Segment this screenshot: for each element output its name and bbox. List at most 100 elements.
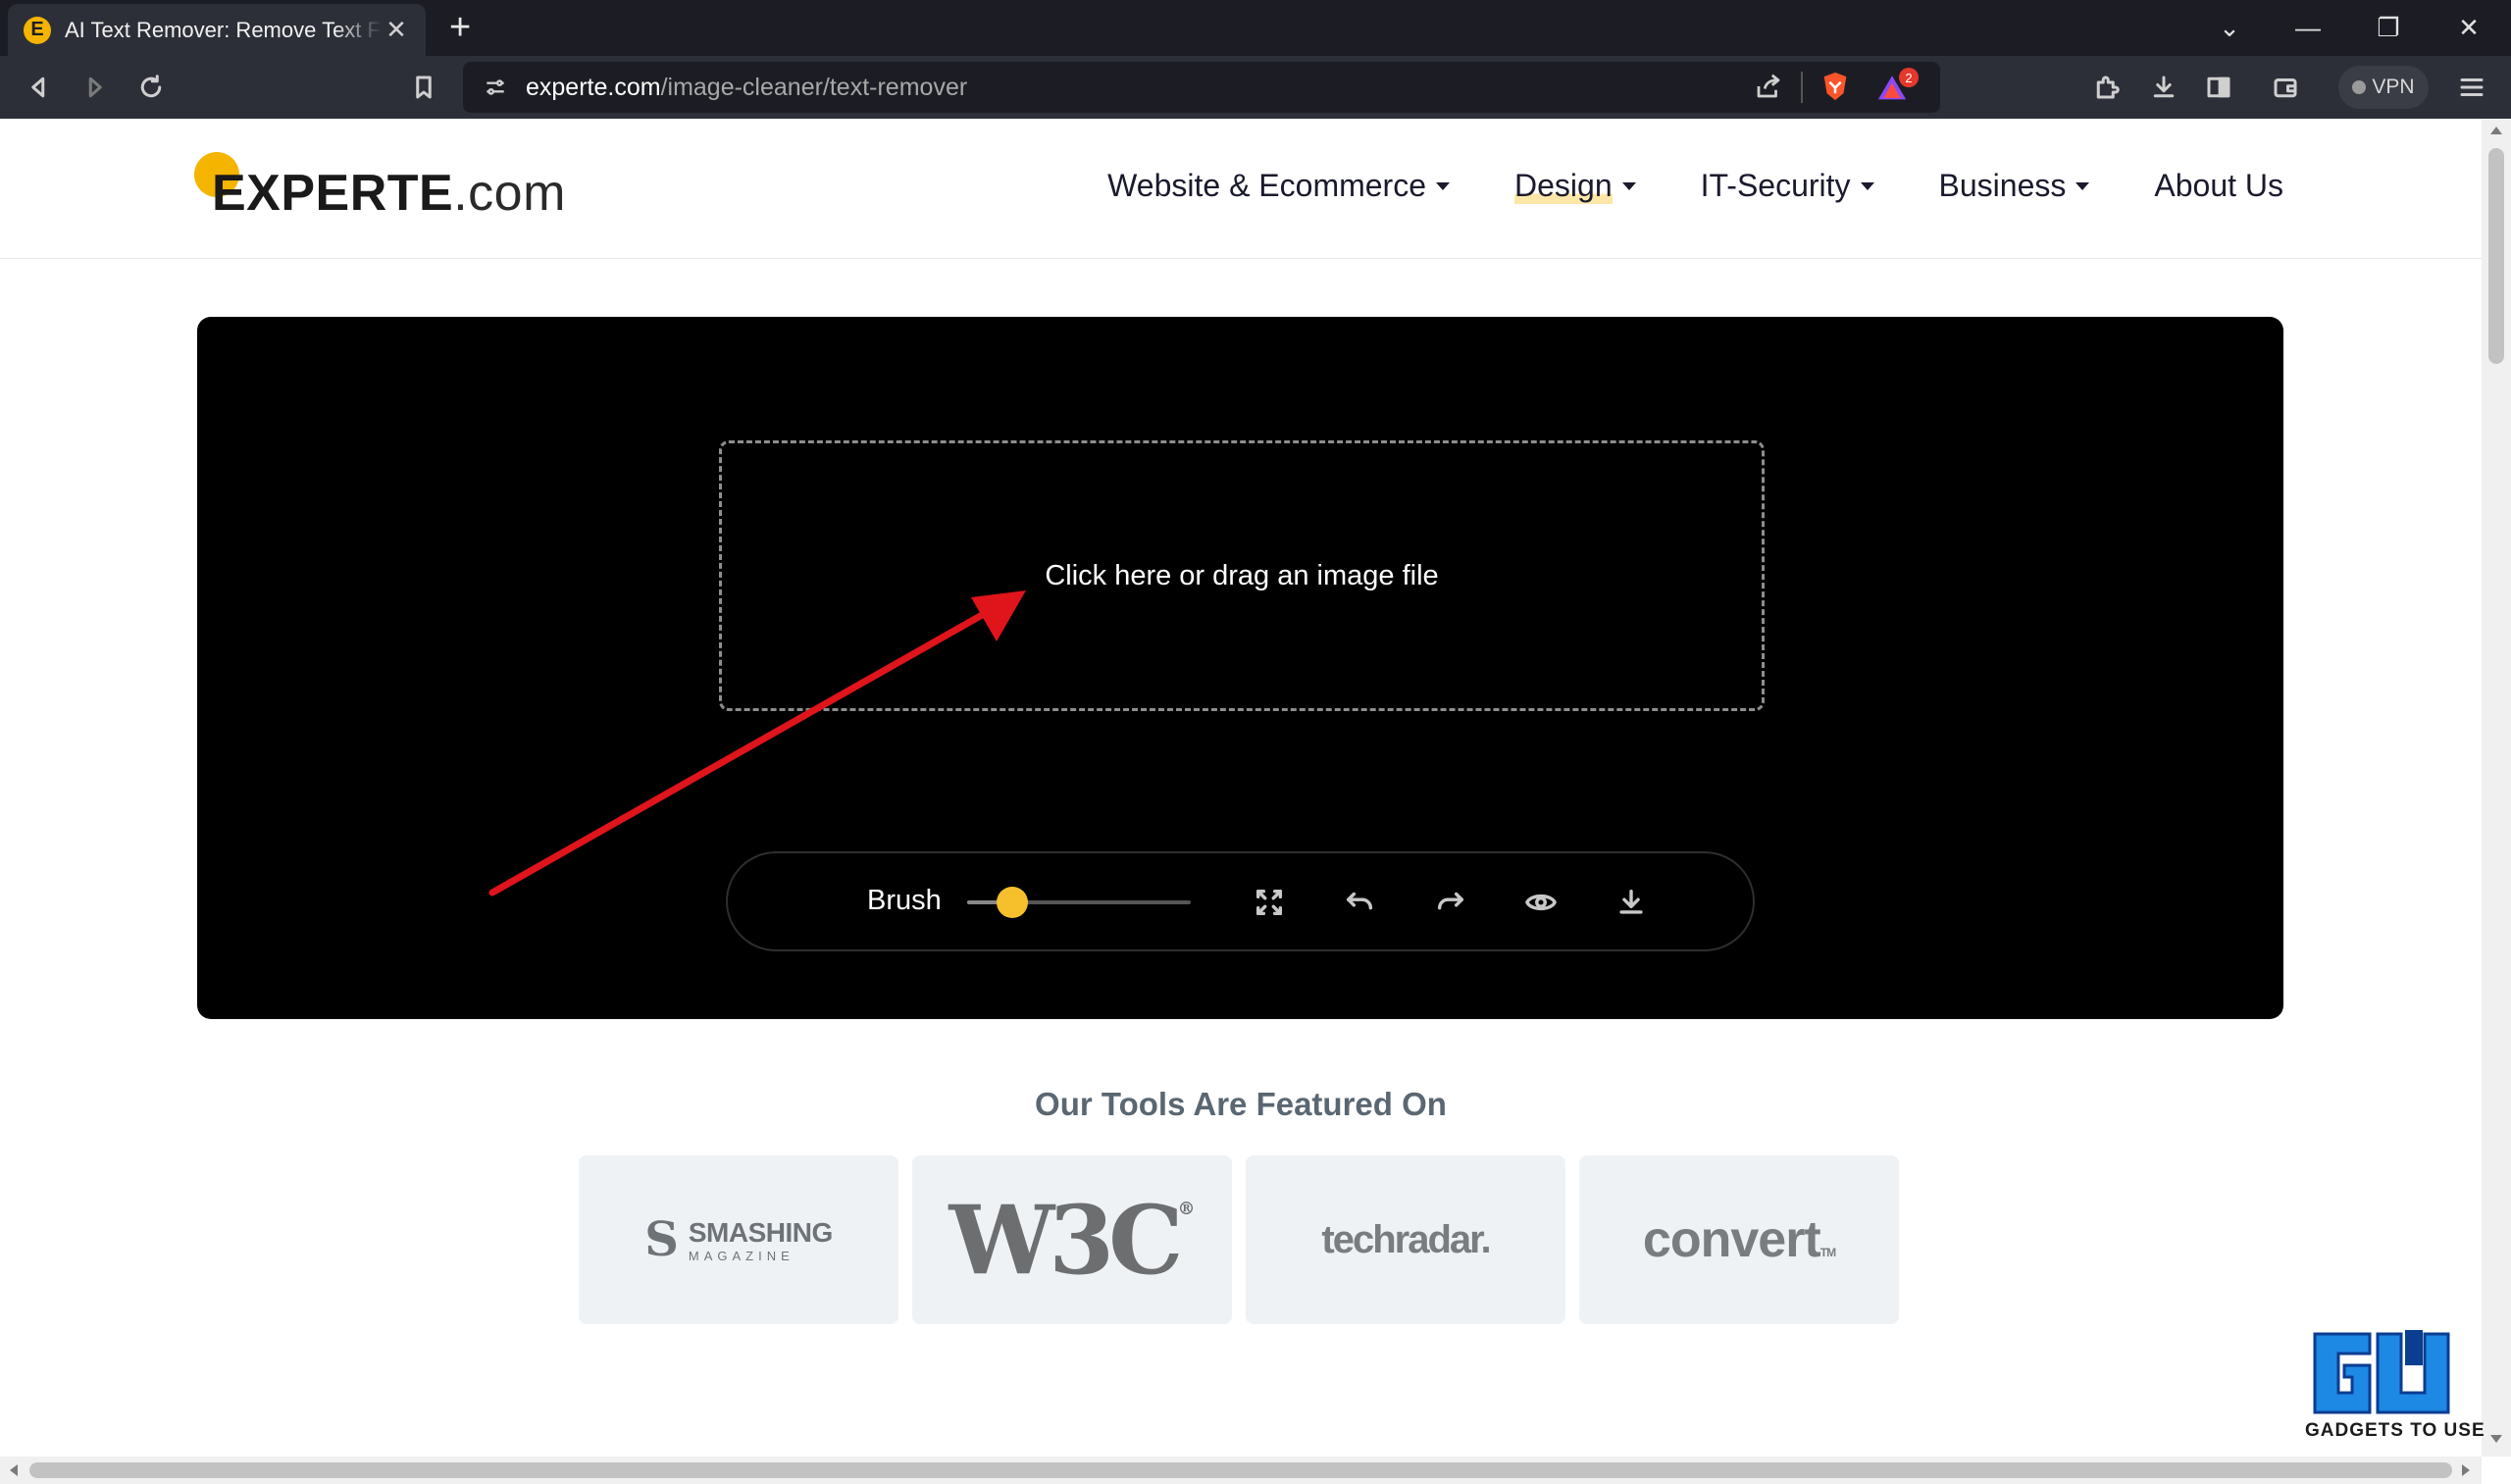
sidebar-button[interactable]: [2199, 68, 2238, 107]
watermark-logo-icon: [2313, 1330, 2450, 1414]
preview-button[interactable]: [1521, 883, 1561, 922]
caret-down-icon: [1621, 181, 1636, 190]
extensions-icon: [2096, 76, 2120, 99]
brave-shield-icon: [1823, 72, 1847, 101]
sidebar-icon: [2207, 77, 2230, 98]
preview-eye-icon: [1525, 894, 1557, 911]
scroll-right-icon[interactable]: [2462, 1464, 2470, 1476]
caret-down-icon: [1436, 181, 1450, 190]
tab-close-icon[interactable]: ✕: [383, 15, 410, 45]
nav-item-it-security[interactable]: IT-Security: [1701, 168, 1874, 204]
site-info-icon[interactable]: [483, 75, 508, 100]
share-icon: [1757, 74, 1780, 98]
convert-tm: TM: [1819, 1246, 1836, 1259]
browser-menu-button[interactable]: [2452, 68, 2491, 107]
caret-down-icon: [1860, 181, 1874, 190]
minimize-button[interactable]: —: [2283, 8, 2332, 47]
back-button[interactable]: [20, 68, 59, 107]
undo-button[interactable]: [1340, 883, 1379, 922]
reload-button[interactable]: [131, 68, 171, 107]
bookmark-icon: [416, 76, 432, 99]
address-divider: [1801, 72, 1803, 103]
horizontal-scrollbar[interactable]: [0, 1457, 2482, 1484]
smashing-mark-icon: S: [644, 1212, 679, 1267]
nav-item-website-ecommerce[interactable]: Website & Ecommerce: [1107, 168, 1450, 204]
redo-button[interactable]: [1431, 883, 1470, 922]
scroll-left-icon[interactable]: [10, 1464, 18, 1476]
fit-screen-button[interactable]: [1250, 883, 1289, 922]
bookmark-button[interactable]: [404, 68, 443, 107]
vpn-button[interactable]: VPN: [2338, 66, 2429, 109]
vpn-label: VPN: [2372, 76, 2415, 98]
featured-logo-convert: convertTM: [1579, 1155, 1899, 1324]
smashing-bottom: MAGAZINE: [688, 1248, 794, 1263]
logo-wordmark: EXPERTE.com: [212, 164, 566, 223]
rewards-badge: 2: [1899, 68, 1919, 87]
featured-logos: S SMASHING MAGAZINE W3C® techradar. conv…: [579, 1155, 1899, 1324]
nav-item-label: IT-Security: [1700, 168, 1851, 203]
site-header: EXPERTE.com Website & Ecommerce Design IT-…: [0, 119, 2482, 259]
w3c-logo: W3C®: [948, 1185, 1195, 1296]
horizontal-scroll-thumb[interactable]: [29, 1462, 2452, 1478]
image-dropzone[interactable]: Click here or drag an image file: [719, 440, 1765, 711]
brave-shields-button[interactable]: [1819, 70, 1854, 105]
featured-logo-smashing: S SMASHING MAGAZINE: [579, 1155, 898, 1324]
site-favicon-icon: E: [24, 16, 51, 44]
smashing-logo: S SMASHING MAGAZINE: [644, 1212, 833, 1267]
convert-logo: convertTM: [1642, 1210, 1836, 1269]
redo-icon: [1437, 892, 1464, 910]
nav-item-design[interactable]: Design: [1514, 168, 1636, 204]
featured-logo-techradar: techradar.: [1246, 1155, 1565, 1324]
scroll-down-icon[interactable]: [2490, 1435, 2502, 1443]
share-button[interactable]: [1754, 72, 1785, 103]
download-button[interactable]: [1612, 883, 1651, 922]
vertical-scroll-thumb[interactable]: [2488, 148, 2504, 364]
text-remover-editor: Click here or drag an image file Brush: [197, 317, 2283, 1019]
watermark-text: GADGETS TO USE: [2305, 1420, 2485, 1441]
extensions-button[interactable]: [2087, 68, 2127, 107]
reload-icon: [140, 75, 162, 98]
back-icon: [31, 77, 45, 98]
browser-toolbar: experte.com/image-cleaner/text-remover 2…: [0, 56, 2511, 119]
browser-tab[interactable]: E AI Text Remover: Remove Text From Imag…: [8, 4, 426, 56]
nav-item-label: Website & Ecommerce: [1107, 168, 1426, 203]
vertical-scrollbar[interactable]: [2482, 119, 2511, 1457]
web-page: EXPERTE.com Website & Ecommerce Design IT-…: [0, 119, 2482, 1457]
gadgets-to-use-watermark: GADGETS TO USE: [2295, 1326, 2485, 1446]
fit-screen-icon: [1256, 889, 1283, 916]
undo-icon: [1346, 892, 1373, 910]
nav-item-business[interactable]: Business: [1939, 168, 2090, 204]
caret-down-icon: [2075, 181, 2090, 190]
main-nav: Website & Ecommerce Design IT-Security Busi…: [1107, 168, 2283, 204]
download-icon: [1619, 889, 1643, 914]
maximize-button[interactable]: ❐: [2364, 8, 2413, 47]
wallet-button[interactable]: [2266, 68, 2305, 107]
nav-item-label: Business: [1938, 168, 2067, 203]
logo-tld: .com: [453, 165, 566, 222]
logo-strong: EXPERTE: [212, 165, 454, 222]
downloads-button[interactable]: [2144, 68, 2183, 107]
brush-size-slider[interactable]: [967, 887, 1191, 918]
scroll-up-icon[interactable]: [2490, 127, 2502, 134]
w3c-registered: ®: [1177, 1198, 1196, 1219]
address-bar[interactable]: experte.com/image-cleaner/text-remover 2: [463, 62, 1940, 113]
new-tab-button[interactable]: +: [449, 8, 471, 47]
nav-item-label: Design: [1514, 168, 1613, 204]
brave-rewards-button[interactable]: 2: [1875, 68, 1919, 107]
url-host: experte.com: [526, 73, 661, 101]
featured-title: Our Tools Are Featured On: [1035, 1086, 1447, 1122]
brush-size-handle[interactable]: [996, 887, 1028, 918]
tab-title: AI Text Remover: Remove Text From Images: [65, 17, 383, 42]
nav-item-label: About Us: [2154, 168, 2283, 203]
close-window-button[interactable]: ✕: [2444, 8, 2493, 47]
tab-strip: E AI Text Remover: Remove Text From Imag…: [0, 0, 2511, 56]
convert-text: convert: [1642, 1211, 1821, 1268]
menu-icon: [2460, 78, 2484, 96]
forward-icon: [88, 77, 102, 98]
tab-search-icon[interactable]: ⌄: [2205, 8, 2254, 47]
nav-item-about-us[interactable]: About Us: [2154, 168, 2283, 204]
forward-button[interactable]: [75, 68, 114, 107]
downloads-icon: [2153, 76, 2175, 98]
smashing-top: SMASHING: [688, 1216, 833, 1248]
url-path: /image-cleaner/text-remover: [660, 73, 968, 101]
